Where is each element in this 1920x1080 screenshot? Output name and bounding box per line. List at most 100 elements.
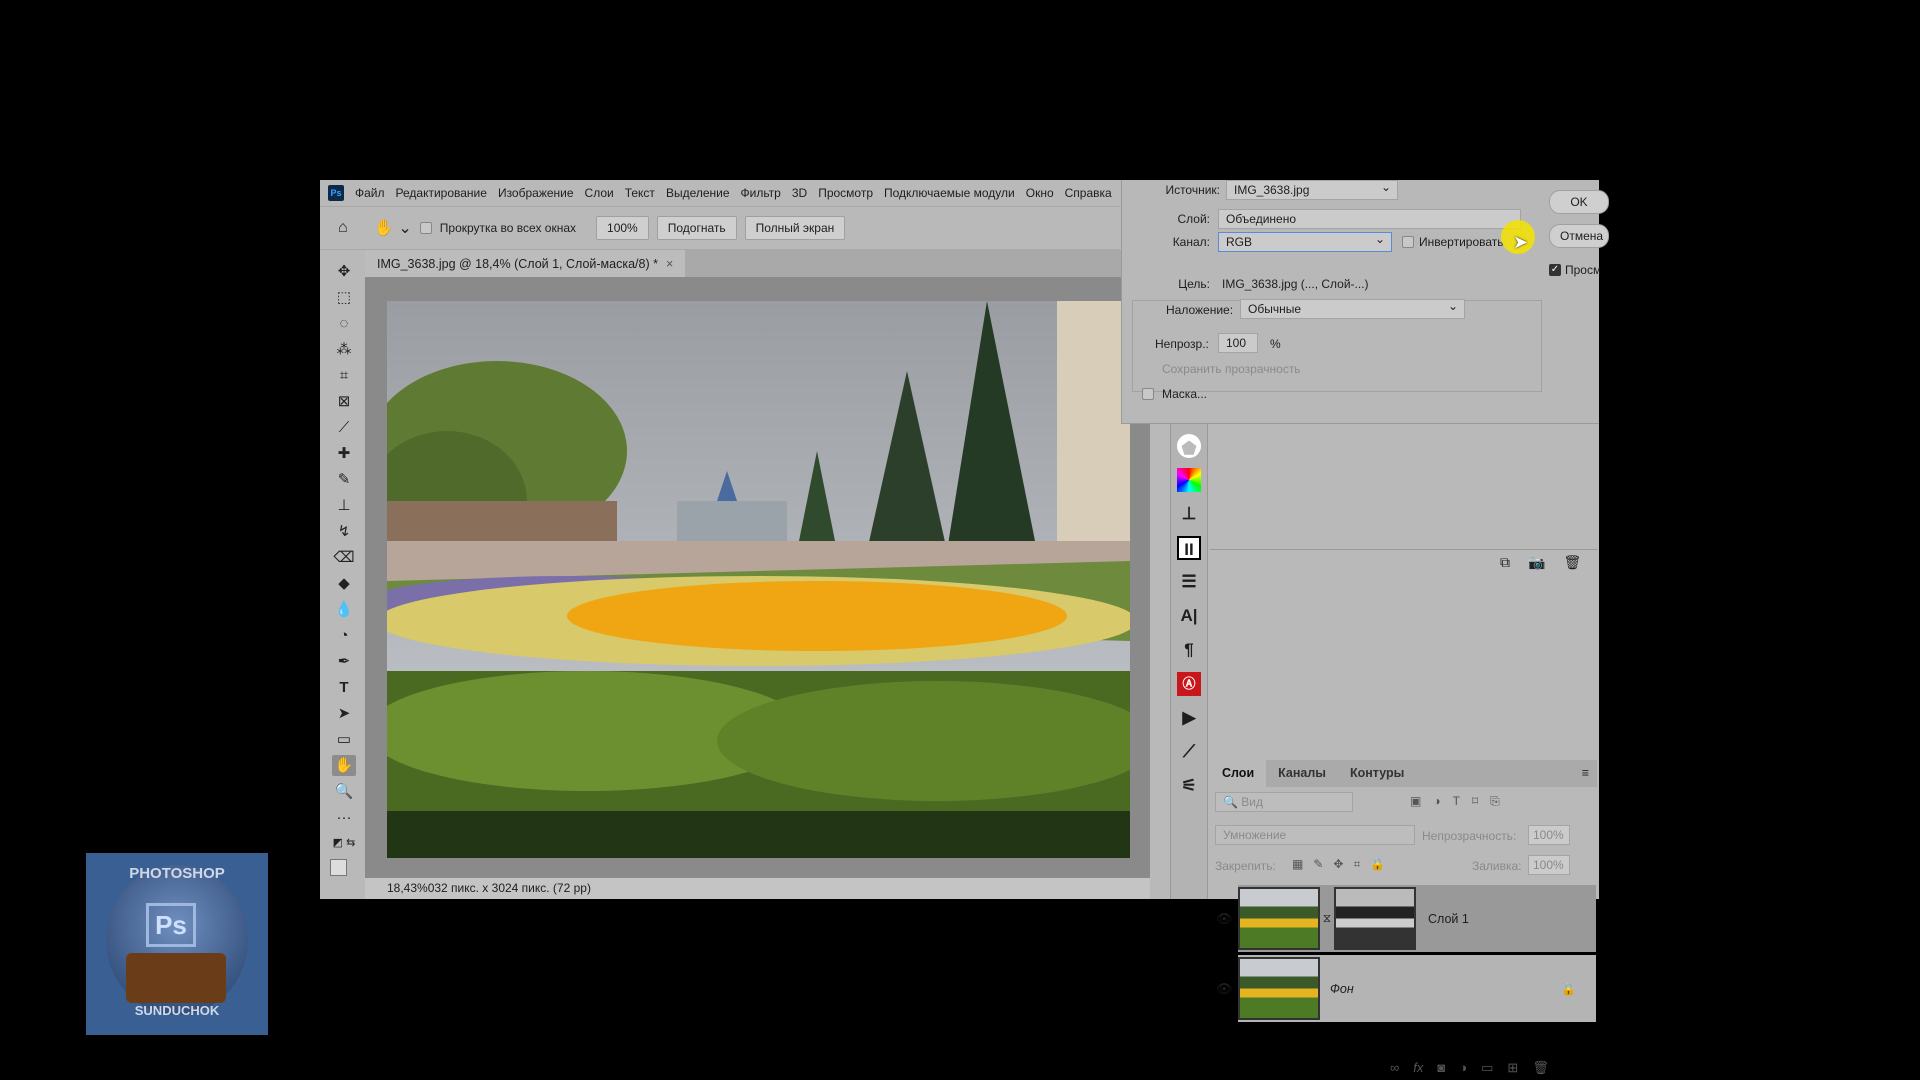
paragraph-icon[interactable]: ¶: [1177, 638, 1201, 662]
mask-label[interactable]: Маска...: [1162, 387, 1207, 401]
swap-colors-icon[interactable]: ◩ ⇆: [332, 833, 356, 854]
snapshot-camera-icon[interactable]: 📷: [1528, 554, 1545, 571]
shape-filter-icon[interactable]: ⌑: [1472, 794, 1478, 809]
opacity-input[interactable]: 100: [1218, 333, 1258, 353]
brush-settings-icon[interactable]: ⚟: [1177, 774, 1201, 798]
lasso-tool-icon[interactable]: ◌: [332, 313, 356, 334]
stamp-tool-icon[interactable]: ⊥: [332, 495, 356, 516]
menu-text[interactable]: Текст: [625, 186, 655, 200]
group-folder-icon[interactable]: ▭: [1481, 1060, 1493, 1076]
actions-play-icon[interactable]: ▶: [1177, 706, 1201, 730]
marquee-tool-icon[interactable]: ⬚: [332, 287, 356, 308]
panel-menu-icon[interactable]: ≡: [1582, 760, 1597, 787]
lock-position-icon[interactable]: ✥: [1333, 857, 1343, 872]
layer-mask-thumbnail[interactable]: [1334, 887, 1416, 950]
full-screen-button[interactable]: Полный экран: [744, 216, 846, 240]
lock-artboard-icon[interactable]: ⌗: [1353, 857, 1360, 872]
move-tool-icon[interactable]: ✥: [332, 261, 356, 282]
menu-file[interactable]: Файл: [355, 186, 385, 200]
history-brush-icon[interactable]: ↯: [332, 521, 356, 542]
source-select[interactable]: IMG_3638.jpg: [1226, 178, 1398, 200]
blending-select[interactable]: Обычные: [1240, 297, 1465, 319]
delete-icon[interactable]: 🗑: [1563, 554, 1581, 571]
hand-tool-icon[interactable]: ✋ ⌄: [374, 218, 412, 238]
adjustments-icon[interactable]: ☰: [1177, 570, 1201, 594]
visibility-eye-icon[interactable]: 👁: [1216, 911, 1233, 927]
brush-presets-icon[interactable]: ⟋: [1177, 740, 1201, 764]
menu-plugins[interactable]: Подключаемые модули: [884, 186, 1015, 200]
menu-help[interactable]: Справка: [1065, 186, 1112, 200]
brush-tool-icon[interactable]: ✎: [332, 469, 356, 490]
eyedropper-tool-icon[interactable]: ⟋: [332, 417, 356, 438]
fx-icon[interactable]: fx: [1413, 1060, 1423, 1076]
zoom-tool-icon[interactable]: 🔍: [332, 781, 356, 802]
eraser-tool-icon[interactable]: ⌫: [332, 547, 356, 568]
tab-layers[interactable]: Слои: [1210, 760, 1267, 787]
add-mask-icon[interactable]: ◙: [1437, 1060, 1445, 1076]
canvas-area[interactable]: [365, 277, 1150, 878]
lock-transparent-icon[interactable]: ▦: [1292, 857, 1303, 872]
type-filter-icon[interactable]: T: [1453, 794, 1460, 809]
delete-layer-icon[interactable]: 🗑: [1532, 1060, 1549, 1076]
frame-tool-icon[interactable]: ⊠: [332, 391, 356, 412]
layer-row[interactable]: 👁 ⧖ Слой 1: [1216, 885, 1596, 952]
menu-3d[interactable]: 3D: [792, 186, 807, 200]
cancel-button[interactable]: Отмена: [1549, 224, 1609, 248]
adjustment-filter-icon[interactable]: ◑: [1433, 794, 1440, 809]
tab-channels[interactable]: Каналы: [1266, 760, 1338, 787]
layer-opacity-input[interactable]: 100%: [1528, 825, 1570, 845]
new-document-from-state-icon[interactable]: ⧉: [1500, 554, 1510, 571]
bucket-tool-icon[interactable]: ◆: [332, 573, 356, 594]
adjustment-layer-icon[interactable]: ◑: [1459, 1060, 1467, 1076]
fit-screen-button[interactable]: Подогнать: [656, 216, 737, 240]
hand-tool-icon[interactable]: ✋: [332, 755, 356, 776]
home-icon[interactable]: ⌂: [338, 219, 366, 237]
close-tab-icon[interactable]: ×: [666, 257, 673, 271]
menu-filter[interactable]: Фильтр: [741, 186, 781, 200]
magic-wand-tool-icon[interactable]: ⁂: [332, 339, 356, 360]
lock-all-icon[interactable]: 🔒: [1370, 857, 1385, 872]
lock-pixels-icon[interactable]: ✎: [1313, 857, 1323, 872]
menu-window[interactable]: Окно: [1026, 186, 1054, 200]
layer-select[interactable]: Объединено: [1218, 209, 1521, 229]
tab-paths[interactable]: Контуры: [1338, 760, 1416, 787]
document-tab[interactable]: IMG_3638.jpg @ 18,4% (Слой 1, Слой-маска…: [365, 250, 686, 277]
path-select-tool-icon[interactable]: ➤: [332, 703, 356, 724]
rectangle-tool-icon[interactable]: ▭: [332, 729, 356, 750]
menu-edit[interactable]: Редактирование: [396, 186, 487, 200]
healing-tool-icon[interactable]: ✚: [332, 443, 356, 464]
menu-layers[interactable]: Слои: [585, 186, 614, 200]
glyphs-icon[interactable]: II: [1177, 536, 1201, 560]
zoom-100-button[interactable]: 100%: [596, 216, 649, 240]
layer-filter-search[interactable]: 🔍 Вид: [1215, 792, 1353, 812]
menu-image[interactable]: Изображение: [498, 186, 574, 200]
layer-row[interactable]: 👁 Фон 🔒: [1216, 955, 1596, 1022]
layer-name[interactable]: Слой 1: [1428, 912, 1469, 926]
pixel-filter-icon[interactable]: ▣: [1410, 794, 1421, 809]
layer-name[interactable]: Фон: [1330, 982, 1354, 996]
character-icon[interactable]: A|: [1177, 604, 1201, 628]
link-layers-icon[interactable]: ∞: [1390, 1060, 1399, 1076]
dodge-tool-icon[interactable]: ◔: [332, 625, 356, 646]
blend-mode-select[interactable]: Умножение: [1215, 825, 1415, 845]
clone-source-icon[interactable]: ⊥: [1177, 502, 1201, 526]
color-wheel-icon[interactable]: [1177, 468, 1201, 492]
channel-select[interactable]: RGB: [1218, 230, 1392, 252]
crop-tool-icon[interactable]: ⌗: [332, 365, 356, 386]
fill-input[interactable]: 100%: [1528, 855, 1570, 875]
invert-checkbox[interactable]: [1402, 236, 1414, 248]
layer-thumbnail[interactable]: [1238, 887, 1320, 950]
color-swatches[interactable]: [330, 859, 358, 885]
visibility-eye-icon[interactable]: 👁: [1216, 981, 1233, 997]
preview-checkbox[interactable]: ✓: [1549, 264, 1561, 276]
shield-icon[interactable]: ⬟: [1177, 434, 1201, 458]
more-tools-icon[interactable]: ···: [332, 807, 356, 828]
ok-button[interactable]: OK: [1549, 190, 1609, 214]
layer-thumbnail[interactable]: [1238, 957, 1320, 1020]
smart-object-filter-icon[interactable]: ⎘: [1490, 794, 1500, 809]
document-image[interactable]: [387, 301, 1130, 858]
menu-view[interactable]: Просмотр: [818, 186, 873, 200]
mask-link-icon[interactable]: ⧖: [1320, 911, 1334, 926]
type-tool-icon[interactable]: T: [332, 677, 356, 698]
plugin-icon[interactable]: Ⓐ: [1177, 672, 1201, 696]
